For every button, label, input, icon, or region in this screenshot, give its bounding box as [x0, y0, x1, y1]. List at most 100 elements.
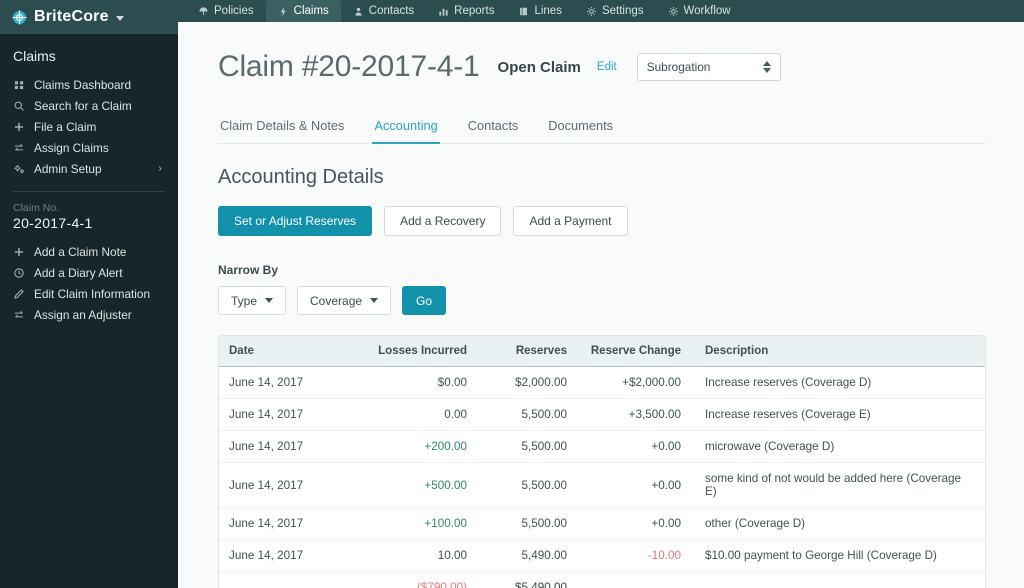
topnav-item-settings[interactable]: Settings — [574, 0, 656, 22]
topnav-item-label: Contacts — [368, 5, 415, 17]
cell-description: Increase reserves (Coverage D) — [695, 366, 985, 399]
sidebar-item-search-for-a-claim[interactable]: Search for a Claim — [0, 95, 178, 116]
sidebar-item-assign-claims[interactable]: Assign Claims — [0, 137, 178, 158]
table-row: June 14, 2017 +100.00 5,500.00 +0.00 other (… — [219, 507, 985, 540]
go-button[interactable]: Go — [402, 286, 447, 315]
globe-crosshair-icon — [12, 9, 27, 25]
sidebar-item-label: File a Claim — [34, 119, 97, 134]
sidebar-item-admin-setup[interactable]: Admin Setup › — [0, 158, 178, 179]
sidebar-item-label: Admin Setup — [34, 161, 102, 176]
filter-label: Coverage — [310, 293, 363, 308]
gear-icon — [586, 6, 596, 16]
topnav-item-label: Claims — [293, 5, 329, 17]
claim-status-select-value: Subrogation — [646, 60, 711, 74]
grid-icon — [14, 80, 24, 89]
chevron-down-icon — [265, 298, 274, 303]
arrows-icon — [14, 143, 24, 150]
filter-row: Type Coverage Go — [218, 286, 986, 315]
table-head: Date Losses Incurred Reserves Reserve Chang… — [219, 336, 985, 367]
cell-losses-incurred: +200.00 — [359, 430, 477, 463]
tab-bar: Claim Details & Notes Accounting Contacts D… — [218, 118, 986, 144]
cell-description: Increase reserves (Coverage E) — [695, 398, 985, 431]
cell-description: $10.00 payment to George Hill (Coverage … — [695, 539, 985, 572]
filter-coverage[interactable]: Coverage — [297, 286, 392, 315]
sidebar-action-add-a-diary-alert[interactable]: Add a Diary Alert — [0, 262, 178, 283]
topnav-item-claims[interactable]: Claims — [265, 0, 341, 22]
cell-date: June 14, 2017 — [219, 430, 359, 463]
sidebar-item-claims-dashboard[interactable]: Claims Dashboard — [0, 74, 178, 95]
cell-losses-incurred: +500.00 — [359, 462, 477, 508]
narrow-by-label: Narrow By — [218, 263, 279, 277]
sidebar-item-label: Search for a Claim — [34, 98, 132, 113]
cell-date: June 14, 2017 — [219, 366, 359, 399]
tab-label: Contacts — [467, 118, 519, 133]
sidebar-action-label: Add a Claim Note — [34, 244, 127, 259]
application-window: BriteCore Policies Claims Contacts Reports L… — [0, 0, 1024, 588]
filter-type[interactable]: Type — [218, 286, 287, 315]
cell-description: microwave (Coverage D) — [695, 430, 985, 463]
claim-no-value: 20-2017-4-1 — [13, 215, 93, 231]
sidebar-item-file-a-claim[interactable]: File a Claim — [0, 116, 178, 137]
plus-icon — [14, 247, 24, 256]
cell-reserves: 5,490.00 — [477, 539, 577, 572]
cell-description: other (Coverage D) — [695, 507, 985, 540]
tab-claim-details-notes[interactable]: Claim Details & Notes — [218, 118, 346, 144]
cell-description: some kind of not would be added here (Co… — [695, 462, 985, 508]
bar-chart-icon — [439, 8, 448, 16]
table-row: June 14, 2017 0.00 5,500.00 +3,500.00 Increa… — [219, 398, 985, 431]
tab-accounting[interactable]: Accounting — [372, 118, 440, 144]
action-button-row: Set or Adjust Reserves Add a Recovery Add … — [218, 206, 986, 236]
sidebar-action-edit-claim-information[interactable]: Edit Claim Information — [0, 283, 178, 304]
sidebar: Claims Claims Dashboard Search for a Clai… — [0, 34, 178, 588]
column-header-reserve-change: Reserve Change — [577, 336, 695, 367]
tab-contacts[interactable]: Contacts — [466, 118, 521, 144]
column-header-reserves: Reserves — [477, 336, 577, 367]
button-label: Add a Recovery — [400, 214, 486, 228]
cell-reserves: 5,500.00 — [477, 507, 577, 540]
sidebar-item-label: Claims Dashboard — [34, 77, 132, 92]
cell-reserves: $2,000.00 — [477, 366, 577, 399]
button-add-a-recovery[interactable]: Add a Recovery — [384, 206, 502, 236]
topnav-item-reports[interactable]: Reports — [426, 0, 506, 22]
select-arrows-icon — [762, 61, 771, 73]
chevron-right-icon: › — [158, 162, 162, 175]
button-add-a-payment[interactable]: Add a Payment — [513, 206, 628, 236]
brand-logo-area[interactable]: BriteCore — [0, 0, 178, 34]
column-header-description: Description — [695, 336, 985, 367]
column-header-date: Date — [219, 336, 359, 367]
sidebar-title: Claims — [13, 48, 56, 64]
topnav-item-lines[interactable]: Lines — [506, 0, 574, 22]
tab-documents[interactable]: Documents — [546, 118, 615, 144]
table-row: June 14, 2017 10.00 5,490.00 -10.00 $10.00 p… — [219, 539, 985, 572]
page-header: Claim #20-2017-4-1 Open Claim Edit Subro… — [218, 50, 986, 84]
accounting-table-container: Date Losses Incurred Reserves Reserve Chang… — [218, 335, 986, 588]
gear-icon — [668, 6, 678, 16]
brand-name: BriteCore — [34, 8, 109, 25]
claim-status-select[interactable]: Subrogation — [636, 53, 781, 81]
cell-reserve-change: +3,500.00 — [577, 398, 695, 431]
sidebar-divider — [13, 191, 165, 192]
accounting-table: Date Losses Incurred Reserves Reserve Chang… — [219, 336, 985, 588]
cell-date: June 14, 2017 — [219, 462, 359, 508]
clock-icon — [14, 267, 24, 278]
button-label: Add a Payment — [529, 214, 612, 228]
topnav-item-contacts[interactable]: Contacts — [341, 0, 426, 22]
cell-reserves: 5,500.00 — [477, 398, 577, 431]
edit-claim-link[interactable]: Edit — [597, 61, 617, 73]
topnav-item-workflow[interactable]: Workflow — [656, 0, 743, 22]
sidebar-action-assign-an-adjuster[interactable]: Assign an Adjuster — [0, 304, 178, 325]
main-content: Claim #20-2017-4-1 Open Claim Edit Subro… — [178, 22, 1024, 588]
cell-date: June 14, 2017 — [219, 539, 359, 572]
sidebar-action-add-a-claim-note[interactable]: Add a Claim Note — [0, 241, 178, 262]
button-set-or-adjust-reserves[interactable]: Set or Adjust Reserves — [218, 206, 373, 236]
cell-losses-incurred: 0.00 — [359, 398, 477, 431]
sidebar-action-label: Assign an Adjuster — [34, 307, 132, 322]
sidebar-action-label: Add a Diary Alert — [34, 265, 123, 280]
book-icon — [520, 7, 528, 15]
claim-no-label: Claim No. — [13, 202, 60, 214]
arrows-icon — [14, 310, 24, 317]
sidebar-claim-actions: Add a Claim Note Add a Diary Alert Edit Cl… — [0, 241, 178, 325]
totals-losses-incurred: ($790.00) — [359, 571, 477, 588]
topnav-item-policies[interactable]: Policies — [186, 0, 266, 22]
totals-reserves: $5,490.00 — [477, 571, 577, 588]
